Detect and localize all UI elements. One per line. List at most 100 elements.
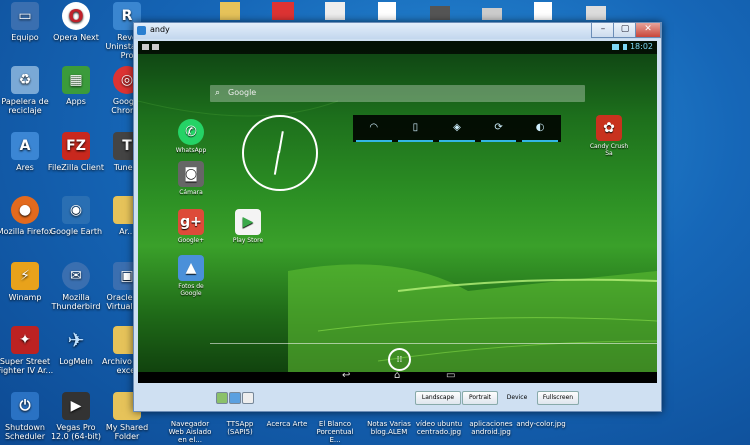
menu-icon[interactable] xyxy=(242,392,254,404)
camera-icon: ◙ xyxy=(178,161,204,187)
sync-icon[interactable]: ⟳ xyxy=(480,115,517,142)
google-earth-icon: ◉ xyxy=(62,196,90,224)
android-status-bar: 18:02 xyxy=(138,41,657,54)
analog-clock-widget[interactable] xyxy=(242,115,318,191)
document-icon[interactable] xyxy=(534,2,552,20)
desktop-icon-label: Mozilla Firefox xyxy=(0,227,54,236)
recents-icon[interactable]: ▭ xyxy=(446,370,455,381)
maximize-button[interactable]: ▢ xyxy=(613,23,637,38)
firefox-icon: ● xyxy=(11,196,39,224)
app-label: Fotos de Google xyxy=(178,283,204,297)
quick-settings-widget: ◠ ▯ ◈ ⟳ ◐ xyxy=(353,115,561,142)
all-apps-button[interactable]: ⁞⁞ xyxy=(388,348,411,371)
whatsapp-icon: ✆ xyxy=(178,119,204,145)
google-search-bar[interactable]: ⌕ Google xyxy=(210,85,585,102)
app-camera[interactable]: ◙ Cámara xyxy=(168,161,214,196)
desktop-icon-vegas[interactable]: ▶ Vegas Pro 12.0 (64-bit) xyxy=(47,392,105,441)
desktop-icon-label[interactable]: TTSApp (SAPI5) xyxy=(215,420,265,436)
vibrate-icon[interactable]: ▯ xyxy=(397,115,434,142)
android-nav-bar: ↩ ⌂ ▭ xyxy=(138,370,657,383)
android-screen[interactable]: 18:02 ⌕ Google ◠ ▯ ◈ ⟳ ◐ ✆ WhatsApp ◙ Cá… xyxy=(138,41,657,383)
app-play-store[interactable]: ▶ Play Store xyxy=(225,209,271,244)
wifi-icon[interactable]: ◠ xyxy=(356,115,392,142)
app-icon[interactable] xyxy=(229,392,241,404)
desktop-icon-label: Winamp xyxy=(8,293,42,302)
desktop-icon-label: Ares xyxy=(16,163,34,172)
desktop-icon-label[interactable]: andy-color.jpg xyxy=(516,420,566,428)
app-label: Google+ xyxy=(177,237,205,244)
back-icon[interactable]: ↩ xyxy=(342,370,350,381)
folder-icon[interactable] xyxy=(220,2,240,20)
desktop-icon-google-earth[interactable]: ◉ Google Earth xyxy=(47,196,105,236)
close-button[interactable]: ✕ xyxy=(635,23,661,38)
winamp-icon: ⚡ xyxy=(11,262,39,290)
status-clock: 18:02 xyxy=(629,42,653,51)
candy-crush-icon: ✿ xyxy=(596,115,622,141)
app-icon[interactable] xyxy=(272,2,294,20)
clock-minute-hand xyxy=(273,150,280,175)
desktop-icon-shutdown[interactable]: ⏻ Shutdown Scheduler xyxy=(0,392,54,441)
desktop-icon-equipo[interactable]: ▭ Equipo xyxy=(0,2,54,42)
app-icon[interactable] xyxy=(325,2,345,20)
desktop-icon-opera[interactable]: O Opera Next xyxy=(47,2,105,42)
desktop-icon-label[interactable]: Navegador Web Aislado en el... xyxy=(165,420,215,444)
desktop-icon-filezilla[interactable]: FZ FileZilla Client xyxy=(47,132,105,172)
app-google-plus[interactable]: g+ Google+ xyxy=(168,209,214,244)
wifi-icon xyxy=(612,44,619,50)
desktop-icon-label[interactable]: Acerca Arte xyxy=(262,420,312,428)
desktop-icon-label: Mozilla Thunderbird xyxy=(51,293,101,311)
app-label: Cámara xyxy=(179,189,203,196)
desktop-icon-label: LogMeIn xyxy=(59,357,93,366)
document-icon[interactable] xyxy=(378,2,396,20)
recycle-bin-icon: ♻ xyxy=(11,66,39,94)
desktop-icon-logmein[interactable]: ✈ LogMeIn xyxy=(47,326,105,367)
desktop-icon-winamp[interactable]: ⚡ Winamp xyxy=(0,262,54,302)
desktop-icon-apps[interactable]: ▦ Apps xyxy=(47,66,105,106)
location-icon[interactable]: ◈ xyxy=(439,115,475,142)
app-label: Candy Crush Sa xyxy=(589,143,629,157)
search-placeholder: Google xyxy=(228,88,257,97)
ares-icon: A xyxy=(11,132,39,160)
desktop-icon-label[interactable]: vídeo ubuntu centrado.jpg xyxy=(414,420,464,436)
image-icon[interactable] xyxy=(586,6,606,20)
device-button[interactable]: Device xyxy=(499,391,535,405)
landscape-button[interactable]: Landscape xyxy=(415,391,461,405)
desktop-icon-label: Vegas Pro 12.0 (64-bit) xyxy=(50,423,102,441)
desktop-icon-label: Google Earth xyxy=(49,227,103,236)
battery-icon xyxy=(623,44,627,50)
desktop-icon-label: Opera Next xyxy=(53,33,99,42)
andy-window: andy – ▢ ✕ 18:02 ⌕ Google ◠ ▯ ◈ ⟳ ◐ ✆ Wh… xyxy=(133,22,662,412)
desktop-icon-thunderbird[interactable]: ✉ Mozilla Thunderbird xyxy=(47,262,105,311)
app-whatsapp[interactable]: ✆ WhatsApp xyxy=(168,119,214,154)
shutdown-icon: ⏻ xyxy=(11,392,39,420)
desktop-icon-firefox[interactable]: ● Mozilla Firefox xyxy=(0,196,54,236)
desktop-icon-label[interactable]: Notas Varias blog.ALEM xyxy=(364,420,414,436)
home-icon[interactable]: ⌂ xyxy=(394,370,400,381)
bird-icon: ✈ xyxy=(67,327,85,352)
window-titlebar[interactable]: andy – ▢ ✕ xyxy=(134,23,661,39)
desktop-icon-label: My Shared Folder xyxy=(105,423,149,441)
desktop-icon-recycle-bin[interactable]: ♻ Papelera de reciclaje xyxy=(0,66,54,115)
notification-icon xyxy=(142,44,149,50)
portrait-button[interactable]: Portrait xyxy=(462,391,498,405)
image-icon[interactable] xyxy=(430,6,450,20)
search-icon: ⌕ xyxy=(215,88,221,98)
photos-icon: ▲ xyxy=(178,255,204,281)
back-arrow-icon[interactable] xyxy=(216,392,228,404)
app-photos[interactable]: ▲ Fotos de Google xyxy=(168,255,214,297)
fullscreen-button[interactable]: Fullscreen xyxy=(537,391,579,405)
brightness-icon[interactable]: ◐ xyxy=(522,115,558,142)
minimize-button[interactable]: – xyxy=(591,23,615,38)
desktop-icon-ares[interactable]: A Ares xyxy=(0,132,54,172)
image-icon[interactable] xyxy=(482,8,502,20)
desktop-icon-label: Equipo xyxy=(11,33,39,42)
thunderbird-icon: ✉ xyxy=(62,262,90,290)
desktop-icon-label[interactable]: aplicaciones android.jpg xyxy=(466,420,516,436)
app-candy-crush[interactable]: ✿ Candy Crush Sa xyxy=(586,115,632,157)
desktop-icon-label: FileZilla Client xyxy=(47,163,105,172)
desktop-icon-street-fighter[interactable]: ✦ Super Street Fighter IV Ar... xyxy=(0,326,54,375)
desktop-icon-label: Apps xyxy=(66,97,86,106)
desktop-icon-label[interactable]: El Blanco Porcentual E... xyxy=(310,420,360,444)
computer-icon: ▭ xyxy=(11,2,39,30)
app-label: WhatsApp xyxy=(175,147,207,154)
